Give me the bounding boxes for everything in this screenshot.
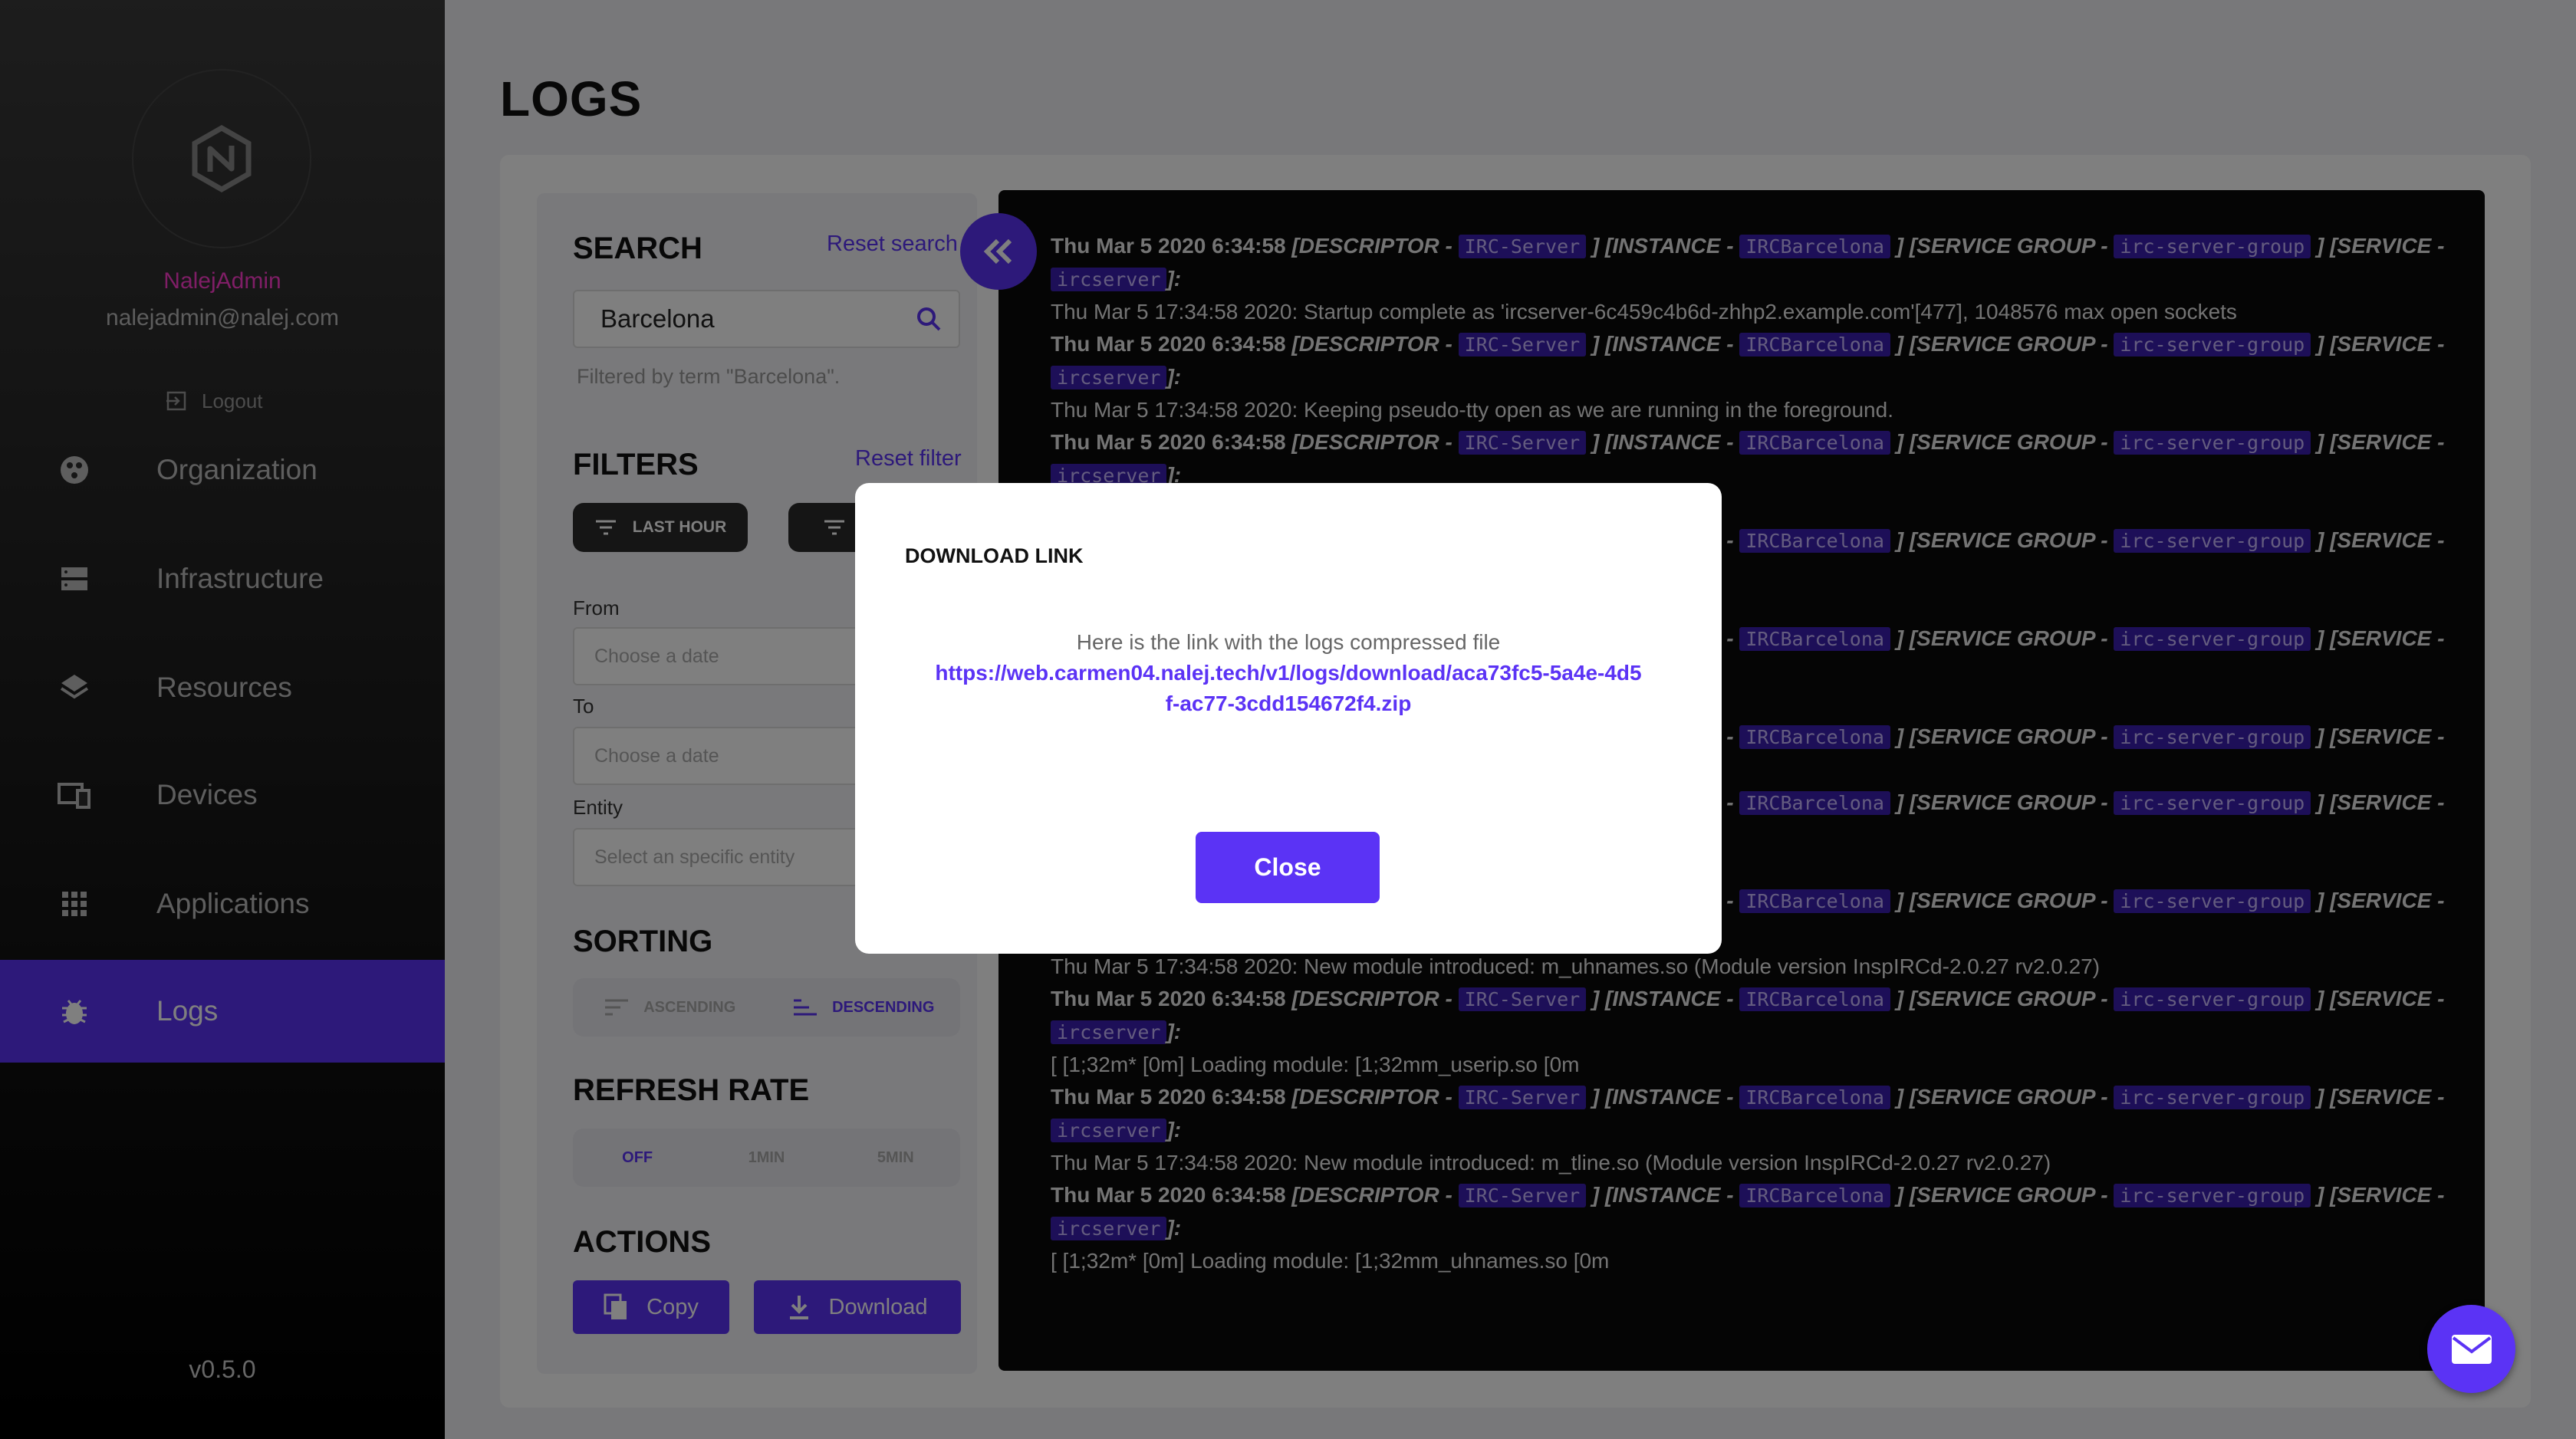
- download-url-link[interactable]: https://web.carmen04.nalej.tech/v1/logs/…: [932, 658, 1645, 719]
- download-link-modal: DOWNLOAD LINK Here is the link with the …: [855, 483, 1722, 954]
- modal-title: DOWNLOAD LINK: [905, 544, 1084, 567]
- contact-fab[interactable]: [2427, 1305, 2515, 1393]
- modal-text: Here is the link with the logs compresse…: [1076, 630, 1501, 654]
- mail-icon: [2451, 1334, 2492, 1364]
- close-button[interactable]: Close: [1196, 832, 1380, 903]
